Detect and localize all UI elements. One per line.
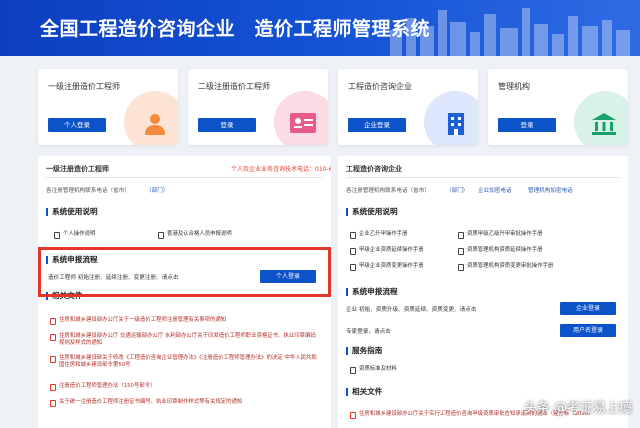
dept-contact-link[interactable]: （部门） <box>146 186 168 194</box>
card-title: 一级注册造价工程师 <box>48 82 120 91</box>
username-login-button[interactable]: 用户名登录 <box>560 324 616 337</box>
card-cost-consulting-enterprise: 工程造价咨询企业 企业登录 <box>338 69 478 145</box>
divider <box>46 177 323 178</box>
file-link[interactable]: 住房和城乡建设部办公厅关于一级造价工程师注册管理有关事项的通知 <box>50 317 318 325</box>
doc-link[interactable]: 企业乙升甲操作手册 <box>350 231 408 239</box>
hotline-text: 个人及企业业务咨询技术电话：010-62041661 <box>231 166 331 173</box>
enterprise-login-button[interactable]: 企业登录 <box>348 118 406 132</box>
document-icon <box>350 248 356 255</box>
login-button[interactable]: 登录 <box>198 118 256 132</box>
document-icon <box>50 318 56 325</box>
doc-link[interactable]: 资质管理机构资质变更审批操作手册 <box>458 263 553 271</box>
doc-link[interactable]: 个人操作说明 <box>54 231 95 239</box>
watermark-text: 头条 @考证易上瘾 <box>523 401 632 416</box>
document-icon <box>458 232 464 239</box>
dept-contact-link[interactable]: （部门） <box>446 186 468 194</box>
site-header: 全国工程造价咨询企业 造价工程师管理系统 <box>0 0 640 56</box>
document-icon <box>458 248 464 255</box>
doc-link[interactable]: 资质标准及材料 <box>350 366 397 374</box>
page-title: 全国工程造价咨询企业 造价工程师管理系统 <box>40 18 431 40</box>
institution-icon <box>592 113 616 135</box>
card-title: 二级注册造价工程师 <box>198 82 270 91</box>
personal-login-button[interactable]: 个人登录 <box>48 118 106 132</box>
doc-link[interactable]: 甲级企业资质变更操作手册 <box>350 263 424 271</box>
login-button[interactable]: 登录 <box>498 118 556 132</box>
card-management-agency: 管理机构 登录 <box>488 69 628 145</box>
section-title-usage: 系统使用说明 <box>46 208 98 216</box>
document-icon <box>458 264 464 271</box>
right-panel-consulting-enterprise: 工程造价咨询企业 各注册管理机构联系电话（省市） （部门） 企业加密电话 管理机… <box>338 156 628 428</box>
file-link[interactable]: 关于统一注册造价工程师注册证书编号、执业印章制作样式等有关规定的通知 <box>50 399 318 407</box>
file-link[interactable]: 注册造价工程师管理办法（150号部令） <box>50 383 318 391</box>
id-card-icon <box>290 113 316 133</box>
doc-link[interactable]: 甲级企业资质延续操作手册 <box>350 247 424 255</box>
doc-link[interactable]: 香港及认合格人员申报说明 <box>158 231 232 239</box>
card-first-class-engineer: 一级注册造价工程师 个人登录 <box>38 69 178 145</box>
card-title: 工程造价咨询企业 <box>348 82 412 91</box>
expert-login-text: 专家登录，请点击 <box>346 329 391 335</box>
document-icon <box>50 384 56 391</box>
document-icon <box>158 232 164 239</box>
person-icon <box>145 114 165 135</box>
highlight-box <box>38 247 331 297</box>
document-icon <box>50 334 56 341</box>
document-icon <box>350 412 356 419</box>
section-title-files: 相关文件 <box>346 388 382 396</box>
file-link[interactable]: 住房和城乡建设部办公厅 交通运输部办公厅 水利部办公厅关于印发造价工程师职业资格… <box>50 333 318 347</box>
section-title-usage: 系统使用说明 <box>346 208 398 216</box>
document-icon <box>350 264 356 271</box>
document-icon <box>54 232 60 239</box>
section-title-flow: 系统申报流程 <box>346 288 398 296</box>
card-second-class-engineer: 二级注册造价工程师 登录 <box>188 69 328 145</box>
enterprise-login-button[interactable]: 企业登录 <box>560 302 616 315</box>
agency-encrypted-phone-link[interactable]: 管理机构加密电话 <box>528 186 573 194</box>
doc-link[interactable]: 资质管理机构资质延续操作手册 <box>458 247 542 255</box>
building-icon <box>448 113 464 135</box>
panel-heading: 工程造价咨询企业 <box>346 165 402 173</box>
doc-link[interactable]: 资质甲级乙级升甲审批操作手册 <box>458 231 542 239</box>
section-title-service: 服务指南 <box>346 347 382 355</box>
document-icon <box>50 400 56 407</box>
enterprise-encrypted-phone-link[interactable]: 企业加密电话 <box>478 186 512 194</box>
divider <box>346 177 620 178</box>
dept-contact-label: 各注册管理机构联系电话（省市） <box>46 188 130 194</box>
document-icon <box>50 356 56 363</box>
dept-contact-label: 各注册管理机构联系电话（省市） <box>346 188 430 194</box>
card-title: 管理机构 <box>498 82 530 91</box>
flow-description: 企业 初始、资质升级、资质延续、资质变更、请点击 <box>346 307 477 313</box>
panel-heading: 一级注册造价工程师 <box>46 165 109 173</box>
document-icon <box>350 232 356 239</box>
file-link[interactable]: 住房和城乡建设部关于修改《工程造价咨询企业管理办法》《注册造价工程师管理办法》的… <box>50 355 318 369</box>
document-icon <box>350 367 356 374</box>
